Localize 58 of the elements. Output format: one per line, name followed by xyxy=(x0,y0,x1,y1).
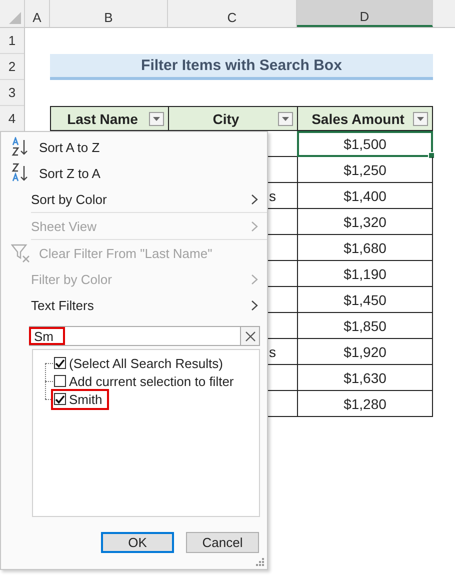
dropdown-arrow-icon xyxy=(417,117,424,121)
row-number[interactable]: 1 xyxy=(0,28,24,54)
filter-dropdown-button[interactable] xyxy=(278,112,293,126)
table-cell: $1,250 xyxy=(297,157,433,183)
dialog-button[interactable]: OK xyxy=(101,532,174,553)
chevron-right-icon xyxy=(251,221,258,232)
menu-item[interactable]: Sort by Color xyxy=(1,186,267,212)
menu-label: Sort A to Z xyxy=(39,140,100,154)
filter-dropdown-button[interactable] xyxy=(149,112,164,126)
result-item[interactable]: (Select All Search Results) xyxy=(51,352,230,374)
chevron-right-icon xyxy=(251,300,258,311)
chevron-right-icon xyxy=(251,274,258,285)
menu-label: Sheet View xyxy=(31,218,97,234)
checkbox[interactable] xyxy=(54,375,66,387)
close-icon xyxy=(244,330,256,342)
menu-item[interactable]: Text Filters xyxy=(1,292,267,318)
checkbox[interactable] xyxy=(54,357,66,369)
column-header[interactable]: A xyxy=(25,0,50,27)
clear-filter-icon xyxy=(11,243,31,263)
menu-label: Sort Z to A xyxy=(39,166,100,180)
clear-search-button[interactable] xyxy=(240,326,260,346)
table-cell: $1,280 xyxy=(297,391,433,417)
dropdown-arrow-icon xyxy=(153,117,160,121)
table-cell: $1,450 xyxy=(297,287,433,313)
table-cell: s xyxy=(269,188,276,204)
chevron-right-icon xyxy=(251,194,258,205)
table-cell: $1,500 xyxy=(297,131,433,157)
menu-item[interactable]: Sort A to Z xyxy=(1,134,267,160)
table-cell: $1,920 xyxy=(297,339,433,365)
search-text: Sm xyxy=(29,327,65,345)
menu-label: Filter by Color xyxy=(31,272,112,286)
table-cell: s xyxy=(269,344,276,360)
menu-label: Sort by Color xyxy=(31,192,107,206)
checkbox[interactable] xyxy=(54,393,66,405)
dialog-button[interactable]: Cancel xyxy=(186,532,259,553)
header-label: Last Name xyxy=(67,110,138,126)
table-cell: $1,850 xyxy=(297,313,433,339)
column-header[interactable]: B xyxy=(50,0,168,27)
filter-dropdown-button[interactable] xyxy=(413,112,428,126)
table-cell: $1,320 xyxy=(297,209,433,235)
row-number[interactable]: 2 xyxy=(0,54,24,80)
table-cell: $1,400 xyxy=(297,183,433,209)
row-number[interactable]: 3 xyxy=(0,80,24,106)
menu-item[interactable]: Sort Z to A xyxy=(1,160,267,186)
dropdown-arrow-icon xyxy=(282,117,289,121)
menu-label: Text Filters xyxy=(31,298,94,312)
table-cell: $1,630 xyxy=(297,365,433,391)
table-cell: $1,680 xyxy=(297,235,433,261)
menu-label: Clear Filter From "Last Name" xyxy=(39,246,212,260)
search-field[interactable]: Sm xyxy=(29,326,240,346)
result-item[interactable]: Add current selection to filter xyxy=(51,370,241,392)
title-banner: Filter Items with Search Box xyxy=(50,54,433,80)
header-label: Sales Amount xyxy=(312,110,404,126)
result-item[interactable]: Smith xyxy=(51,388,110,410)
column-header[interactable]: D xyxy=(297,0,433,27)
header-label: City xyxy=(212,110,240,126)
resize-grip-icon[interactable] xyxy=(256,558,264,566)
table-cell: $1,190 xyxy=(297,261,433,287)
